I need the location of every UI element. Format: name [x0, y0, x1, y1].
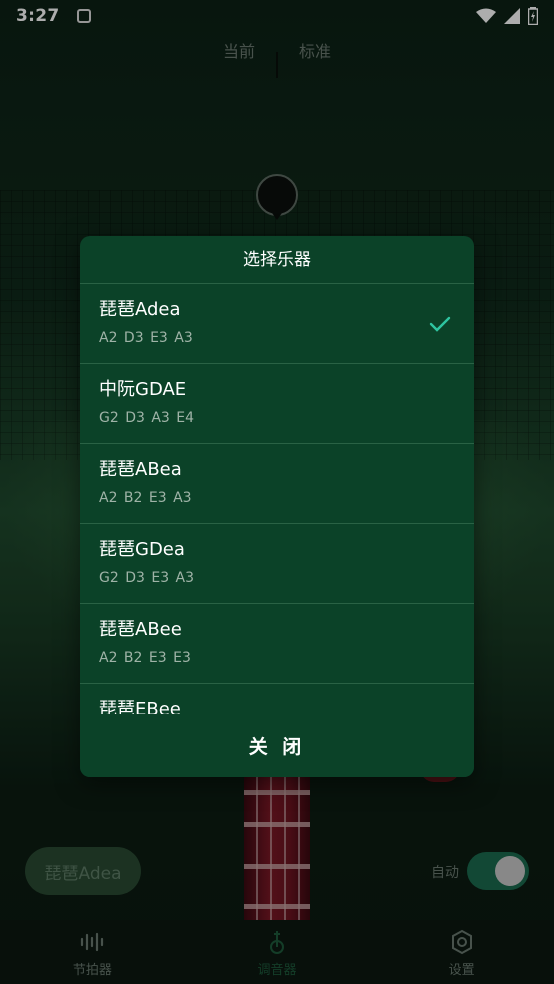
instrument-list[interactable]: 琵琶Adea A2 D3 E3 A3 中阮GDAE G2 D3 A3 E4 琵琶… [80, 284, 474, 714]
close-button[interactable]: 关 闭 [80, 714, 474, 777]
instrument-name: 中阮GDAE [99, 379, 187, 400]
instrument-item[interactable]: 琵琶ABea A2 B2 E3 A3 [80, 444, 474, 524]
instrument-name: 琵琶ABea [99, 459, 182, 480]
instrument-item[interactable]: 琵琶GDea G2 D3 E3 A3 [80, 524, 474, 604]
instrument-item[interactable]: 中阮GDAE G2 D3 A3 E4 [80, 364, 474, 444]
dialog-title: 选择乐器 [80, 236, 474, 284]
instrument-item[interactable]: 琵琶Adea A2 D3 E3 A3 [80, 284, 474, 364]
instrument-item[interactable]: 琵琶EBee [80, 684, 474, 714]
instrument-tuning: G2 D3 E3 A3 [99, 570, 195, 586]
instrument-tuning: A2 B2 E3 A3 [99, 490, 192, 506]
instrument-name: 琵琶ABee [99, 619, 182, 640]
instrument-tuning: A2 D3 E3 A3 [99, 330, 193, 346]
instrument-tuning: A2 B2 E3 E3 [99, 650, 191, 666]
instrument-name: 琵琶Adea [99, 299, 181, 320]
instrument-name: 琵琶GDea [99, 539, 185, 560]
check-icon [429, 316, 451, 332]
instrument-item[interactable]: 琵琶ABee A2 B2 E3 E3 [80, 604, 474, 684]
instrument-tuning: G2 D3 A3 E4 [99, 410, 195, 426]
instrument-picker-dialog: 选择乐器 琵琶Adea A2 D3 E3 A3 中阮GDAE G2 D3 A3 … [80, 236, 474, 777]
tuner-screen: 3:27 当前 标准 琵琶Adea 自动 节拍器 调音器 设置 选择乐器 琵琶A… [0, 0, 554, 984]
instrument-name: 琵琶EBee [99, 699, 181, 714]
